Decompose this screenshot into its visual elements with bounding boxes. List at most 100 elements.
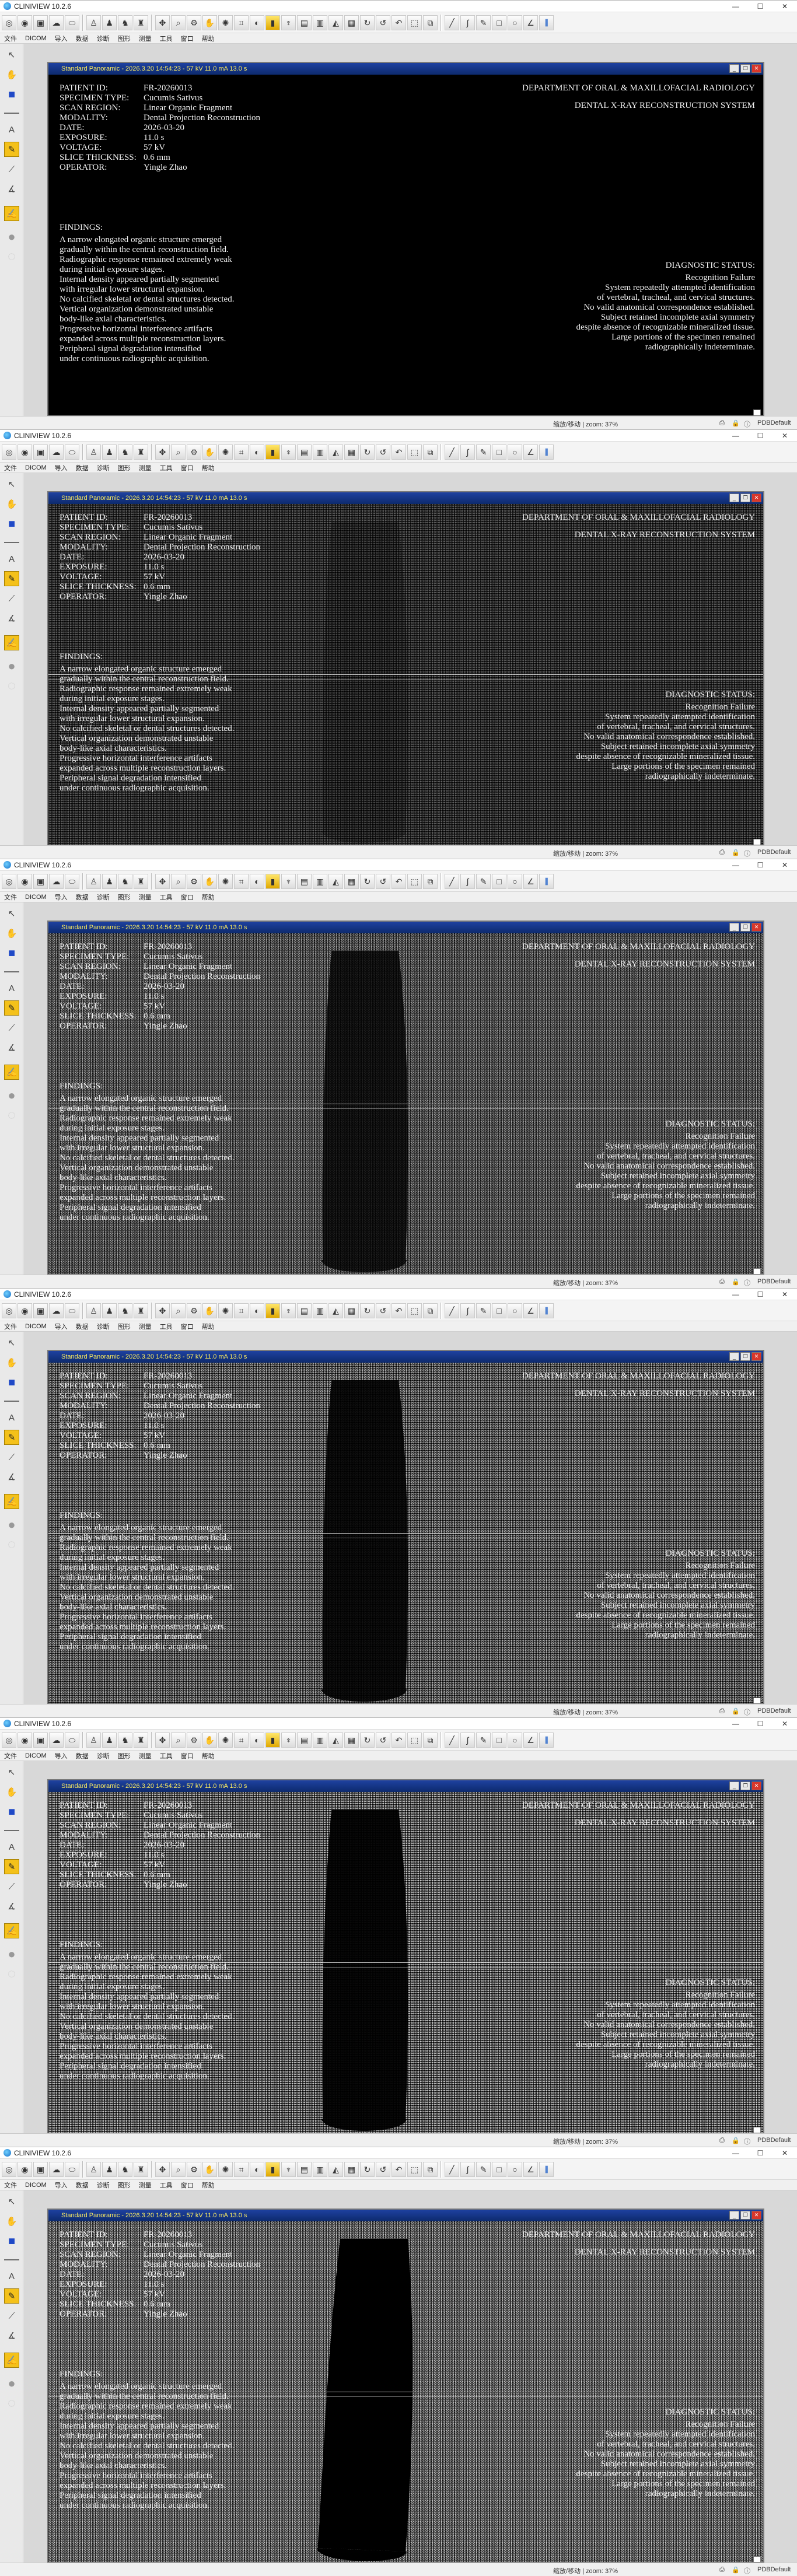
sharpen-icon[interactable]: ◭ [328,15,343,30]
menu-item[interactable]: 图形 [114,1322,135,1331]
menu-item[interactable]: 数据 [72,1751,93,1760]
zoom-icon[interactable]: ⌕ [171,873,186,889]
freehand-icon[interactable]: ∫ [460,15,475,30]
hand-icon[interactable]: ✋ [4,2214,19,2229]
export-icon[interactable]: ⬭ [65,2161,79,2177]
highlight-icon[interactable]: ▮ [265,1303,280,1318]
image-window[interactable]: Standard Panoramic - 2026.3.20 14:54:23 … [47,491,764,846]
menu-item[interactable]: 测量 [135,1751,156,1760]
image-icon[interactable]: ▣ [33,1303,48,1318]
image-icon[interactable]: ▣ [33,1732,48,1748]
maximize-icon[interactable]: ☐ [748,1718,772,1730]
menu-item[interactable]: DICOM [21,1323,51,1330]
lock-icon[interactable]: 🔒 [732,849,740,856]
cloud-icon[interactable]: ☁ [49,1732,64,1748]
highlight-icon[interactable]: ▮ [265,444,280,460]
sharpen-icon[interactable]: ◭ [328,1303,343,1318]
image-window-title[interactable]: Standard Panoramic - 2026.3.20 14:54:23 … [48,63,763,75]
user-edit-icon[interactable]: ♞ [118,873,132,889]
group-icon[interactable]: ♜ [134,873,148,889]
menu-item[interactable]: 工具 [156,463,177,473]
ellipse-icon[interactable]: ○ [508,2161,522,2177]
font-icon[interactable]: A [4,2269,19,2284]
radiograph-canvas[interactable]: PATIENT ID: FR-20260013 SPECIMEN TYPE: Cucu… [48,1363,763,1703]
record-icon[interactable]: ● [4,1947,19,1962]
rotate-left-icon[interactable]: ↺ [376,444,390,460]
user-edit-icon[interactable]: ♞ [118,2161,132,2177]
frame-icon[interactable]: ⬚ [407,444,422,460]
menu-item[interactable]: 帮助 [198,2180,219,2190]
measure-icon[interactable]: ⫼ [539,873,554,889]
freehand-icon[interactable]: ∫ [460,1732,475,1748]
menu-item[interactable]: 图形 [114,34,135,43]
tooth-icon[interactable]: ♆ [281,873,296,889]
sharpen-icon[interactable]: ◭ [328,1732,343,1748]
rotate-right-icon[interactable]: ↻ [360,15,375,30]
color-swatch-icon[interactable]: ■ [4,87,19,102]
group-icon[interactable]: ♜ [134,2161,148,2177]
menu-item[interactable]: 图形 [114,892,135,902]
zoom-icon[interactable]: ⌕ [171,2161,186,2177]
open-icon[interactable]: ◎ [2,1303,16,1318]
image-icon[interactable]: ▣ [33,444,48,460]
cloud-icon[interactable]: ☁ [49,873,64,889]
zoom-icon[interactable]: ⌕ [171,1303,186,1318]
user-edit-icon[interactable]: ♞ [118,1303,132,1318]
rectangle-icon[interactable]: □ [492,2161,506,2177]
pen-icon[interactable]: ✎ [476,444,491,460]
window-icon[interactable]: ⧉ [423,15,438,30]
close-icon[interactable]: ✕ [772,1718,797,1730]
menu-item[interactable]: 导入 [51,1751,72,1760]
rectangle-icon[interactable]: □ [492,873,506,889]
levels-icon[interactable]: ▥ [313,1303,327,1318]
browse-icon[interactable]: ◉ [18,873,32,889]
patient-icon[interactable]: ♙ [86,15,101,30]
freehand-icon[interactable]: ∫ [460,873,475,889]
levels-icon[interactable]: ▥ [313,444,327,460]
image-close-icon[interactable]: ✕ [751,923,761,932]
menu-item[interactable]: 测量 [135,2180,156,2190]
open-icon[interactable]: ◎ [2,2161,16,2177]
angle-icon[interactable]: ∠ [523,2161,538,2177]
angle-icon[interactable]: ∠ [523,15,538,30]
group-icon[interactable]: ♜ [134,444,148,460]
image-minimize-icon[interactable]: _ [729,1352,739,1361]
window-icon[interactable]: ⧉ [423,1303,438,1318]
record-icon[interactable]: ● [4,2376,19,2391]
pen-icon[interactable]: ✎ [476,15,491,30]
group-icon[interactable]: ♜ [134,1732,148,1748]
print-icon[interactable]: ⎙ [719,419,725,427]
minimize-icon[interactable]: — [723,1718,748,1730]
filter-icon[interactable]: ▤ [297,2161,312,2177]
zoom-icon[interactable]: ⌕ [171,444,186,460]
menu-item[interactable]: 工具 [156,1751,177,1760]
pointer-icon[interactable]: ↖ [4,47,19,62]
pan-hand-icon[interactable]: ✋ [202,444,217,460]
rectangle-icon[interactable]: □ [492,444,506,460]
tooth-icon[interactable]: ♆ [281,444,296,460]
sharpen-icon[interactable]: ◭ [328,2161,343,2177]
contrast-icon[interactable]: ◐ [250,1732,264,1748]
font-icon[interactable]: A [4,551,19,566]
angle-icon[interactable]: ∠ [523,1303,538,1318]
crop-icon[interactable]: ⌗ [234,2161,249,2177]
contrast-icon[interactable]: ◐ [250,1303,264,1318]
radiograph-canvas[interactable]: PATIENT ID: FR-20260013 SPECIMEN TYPE: Cucu… [48,2221,763,2562]
line-width-icon[interactable] [4,542,19,543]
rectangle-icon[interactable]: □ [492,15,506,30]
move-icon[interactable]: ✥ [155,1732,170,1748]
move-icon[interactable]: ✥ [155,444,170,460]
zoom-icon[interactable]: ◌ [4,2395,19,2411]
image-minimize-icon[interactable]: _ [729,2211,739,2220]
menu-item[interactable]: 图形 [114,1751,135,1760]
sharpen-icon[interactable]: ◭ [328,873,343,889]
tooth-icon[interactable]: ♆ [281,15,296,30]
zoom-icon[interactable]: ◌ [4,249,19,264]
angle-icon[interactable]: ∠ [523,1732,538,1748]
frame-icon[interactable]: ⬚ [407,2161,422,2177]
gear-icon[interactable]: ⚙ [187,1303,201,1318]
info-icon[interactable]: ⓘ [744,419,750,429]
print-icon[interactable]: ⎙ [719,2137,725,2144]
undo-icon[interactable]: ↶ [391,444,406,460]
rotate-left-icon[interactable]: ↺ [376,873,390,889]
